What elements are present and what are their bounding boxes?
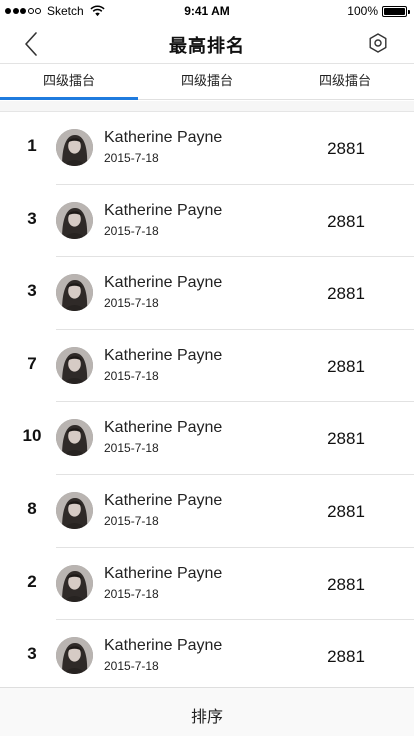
avatar: [56, 201, 93, 239]
tab-bar: 四级擂台 四级擂台 四级擂台: [0, 64, 414, 100]
rank-number: 3: [27, 208, 37, 228]
record-date: 2015-7-18: [104, 586, 159, 601]
rank-number: 8: [27, 498, 37, 518]
bottom-bar: 排序: [0, 687, 414, 736]
ranking-row[interactable]: 1 Katherine Payne 2015-7-18 2881: [0, 112, 414, 185]
score-value: 2881: [327, 501, 365, 521]
score-value: 2881: [327, 139, 365, 158]
record-date: 2015-7-18: [104, 659, 159, 674]
page-title: 最高排名: [169, 36, 245, 56]
avatar: [56, 274, 93, 312]
record-date: 2015-7-18: [104, 223, 159, 238]
ranking-row[interactable]: 3 Katherine Payne 2015-7-18 2881: [0, 620, 414, 693]
avatar: [56, 346, 93, 384]
status-right: 100%: [347, 4, 410, 18]
rank-number: 10: [22, 426, 42, 446]
ranking-list: 1 Katherine Payne 2015-7-18 2881 3 Kathe…: [0, 112, 414, 693]
avatar: [56, 129, 93, 166]
ranking-row[interactable]: 2 Katherine Payne 2015-7-18 2881: [0, 548, 414, 621]
tab-level4-arena-1[interactable]: 四级擂台: [0, 64, 138, 100]
score-value: 2881: [327, 574, 365, 594]
player-name: Katherine Payne: [104, 491, 223, 509]
rank-number: 1: [27, 136, 37, 155]
status-bar: Sketch 9:41 AM 100%: [0, 0, 414, 22]
avatar: [56, 564, 93, 602]
player-name: Katherine Payne: [104, 419, 223, 437]
score-value: 2881: [327, 647, 365, 667]
rank-number: 2: [27, 571, 37, 591]
ranking-row[interactable]: 3 Katherine Payne 2015-7-18 2881: [0, 185, 414, 258]
settings-gear-icon[interactable]: [368, 33, 388, 53]
player-name: Katherine Payne: [104, 564, 223, 582]
battery-icon: [382, 5, 410, 17]
rank-number: 3: [27, 644, 37, 664]
tab-level4-arena-2[interactable]: 四级擂台: [138, 64, 276, 99]
ranking-row[interactable]: 7 Katherine Payne 2015-7-18 2881: [0, 330, 414, 403]
ranking-row[interactable]: 10 Katherine Payne 2015-7-18 2881: [0, 402, 414, 475]
score-value: 2881: [327, 356, 365, 376]
avatar: [56, 419, 93, 457]
record-date: 2015-7-18: [104, 151, 159, 165]
section-spacer: [0, 101, 414, 112]
avatar: [56, 637, 93, 675]
player-name: Katherine Payne: [104, 129, 223, 146]
rank-number: 3: [27, 281, 37, 301]
avatar: [56, 491, 93, 529]
player-name: Katherine Payne: [104, 274, 223, 292]
score-value: 2881: [327, 211, 365, 231]
score-value: 2881: [327, 284, 365, 304]
ranking-row[interactable]: 3 Katherine Payne 2015-7-18 2881: [0, 257, 414, 330]
record-date: 2015-7-18: [104, 296, 159, 311]
ranking-row[interactable]: 8 Katherine Payne 2015-7-18 2881: [0, 475, 414, 548]
sort-button[interactable]: 排序: [0, 703, 414, 727]
player-name: Katherine Payne: [104, 346, 223, 364]
score-value: 2881: [327, 429, 365, 449]
record-date: 2015-7-18: [104, 441, 159, 456]
record-date: 2015-7-18: [104, 368, 159, 383]
nav-bar: 最高排名: [0, 22, 414, 64]
tab-level4-arena-3[interactable]: 四级擂台: [276, 64, 414, 99]
record-date: 2015-7-18: [104, 513, 159, 528]
rank-number: 7: [27, 353, 37, 373]
player-name: Katherine Payne: [104, 201, 223, 219]
player-name: Katherine Payne: [104, 637, 223, 655]
battery-percent: 100%: [347, 4, 378, 18]
